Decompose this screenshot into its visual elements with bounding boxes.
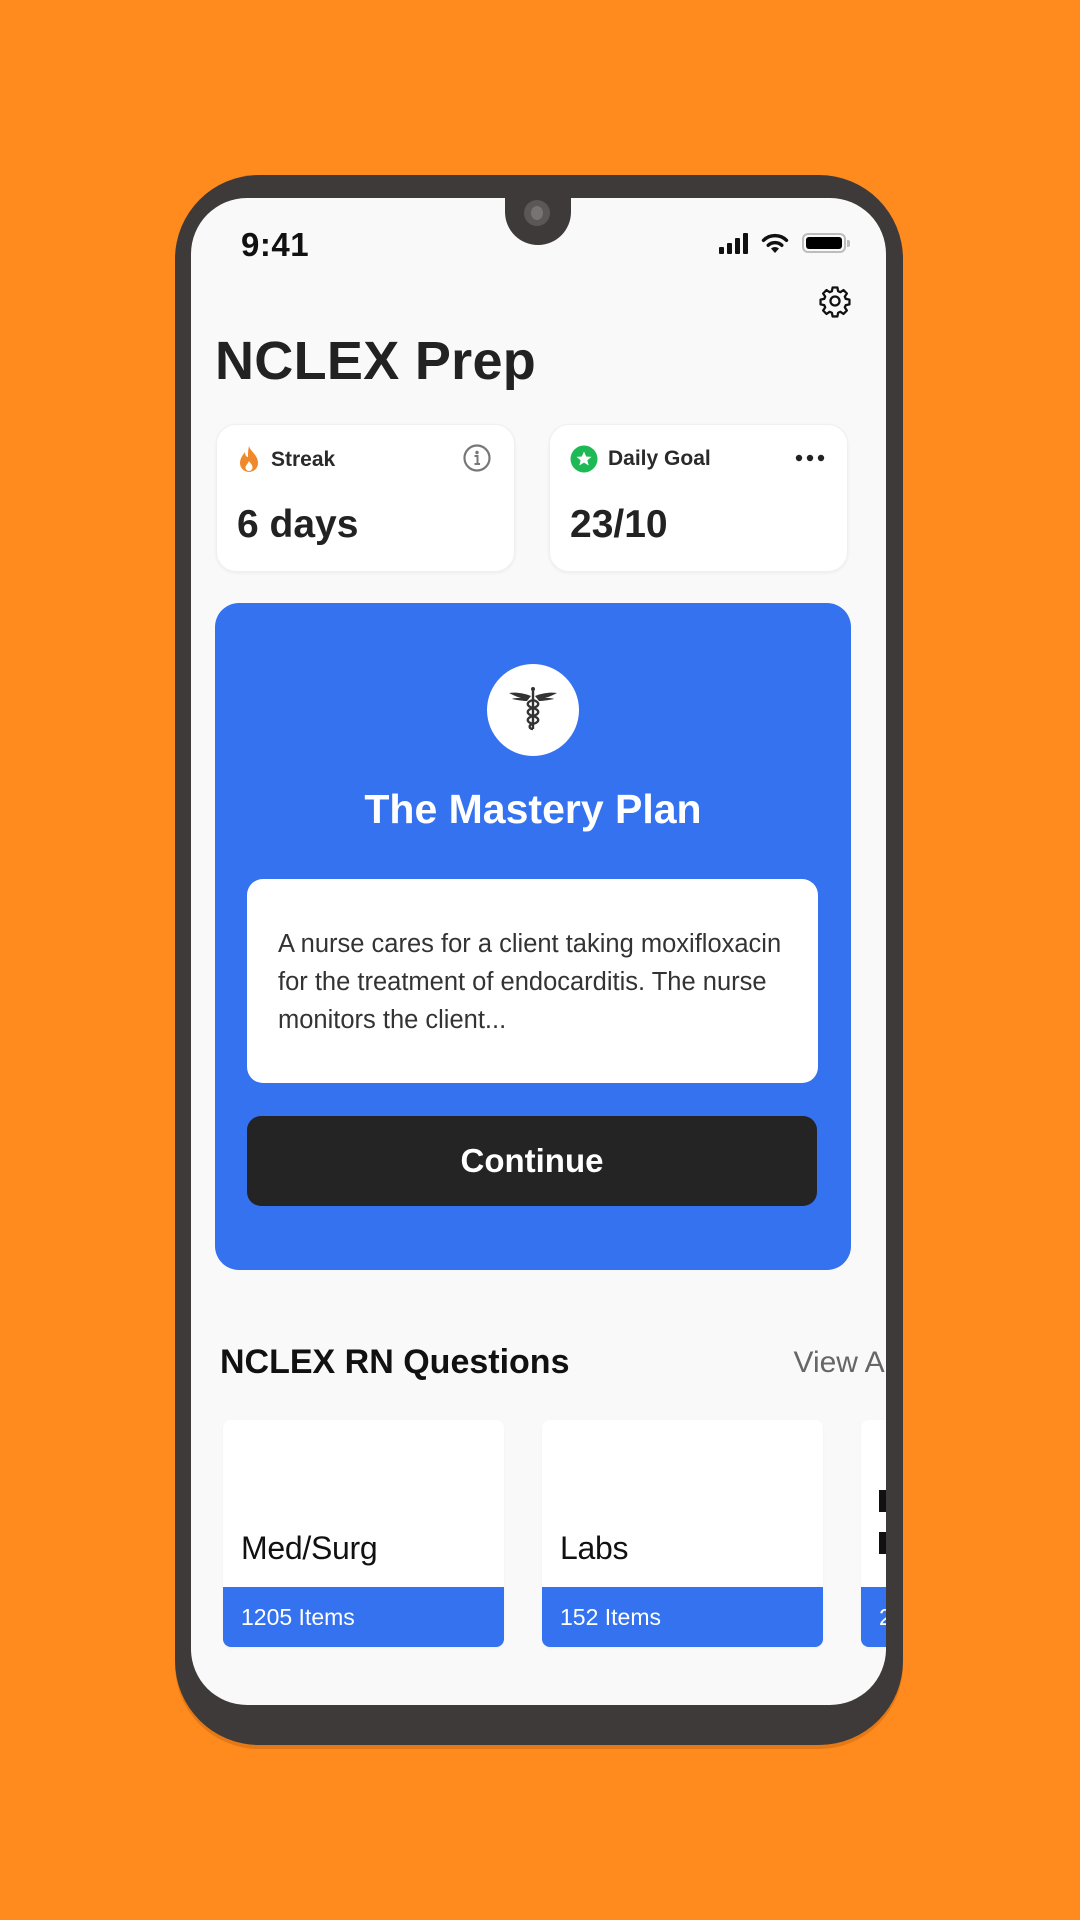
question-preview-card[interactable]: A nurse cares for a client taking moxifl… [247, 879, 818, 1083]
status-icons [719, 232, 850, 254]
category-card[interactable]: 2 [861, 1420, 886, 1647]
daily-goal-card[interactable]: Daily Goal 23/10 [549, 424, 848, 572]
streak-value: 6 days [237, 503, 359, 546]
category-count: 2 [861, 1587, 886, 1647]
more-horizontal-icon[interactable] [795, 453, 825, 463]
question-preview-text: A nurse cares for a client taking moxifl… [278, 930, 782, 1034]
info-icon[interactable] [462, 443, 492, 473]
category-card[interactable]: Labs 152 Items [542, 1420, 823, 1647]
category-name-line-2 [879, 1532, 886, 1554]
signal-icon [719, 232, 748, 254]
category-count: 1205 Items [223, 1587, 504, 1647]
category-name: Med/Surg [241, 1530, 378, 1566]
category-name [879, 1490, 886, 1554]
app-screen: 9:41 NCLEX Prep Streak 6 days Daily Goal… [191, 198, 886, 1705]
streak-label: Streak [271, 448, 336, 471]
view-all-link[interactable]: View All [793, 1346, 886, 1380]
category-count: 152 Items [542, 1587, 823, 1647]
front-camera-icon [524, 200, 550, 226]
category-card[interactable]: Med/Surg 1205 Items [223, 1420, 504, 1647]
daily-goal-value: 23/10 [570, 503, 668, 546]
battery-icon [802, 233, 850, 253]
flame-icon [240, 446, 258, 472]
mastery-plan-card: The Mastery Plan A nurse cares for a cli… [215, 603, 851, 1270]
wifi-icon [761, 233, 789, 253]
status-time: 9:41 [241, 226, 310, 263]
plan-icon-badge [487, 664, 579, 756]
streak-card[interactable]: Streak 6 days [216, 424, 515, 572]
mastery-plan-title: The Mastery Plan [364, 786, 702, 832]
streak-header: Streak [237, 445, 335, 475]
page-title: NCLEX Prep [215, 331, 537, 391]
gear-icon[interactable] [818, 284, 852, 318]
daily-goal-header: Daily Goal [570, 445, 711, 473]
caduceus-icon [509, 687, 557, 731]
section-title: NCLEX RN Questions [220, 1343, 570, 1381]
star-badge-icon [570, 445, 598, 473]
daily-goal-label: Daily Goal [608, 447, 711, 470]
continue-button[interactable]: Continue [247, 1116, 817, 1206]
category-name: Labs [560, 1530, 629, 1566]
category-name-line-1 [879, 1490, 886, 1512]
